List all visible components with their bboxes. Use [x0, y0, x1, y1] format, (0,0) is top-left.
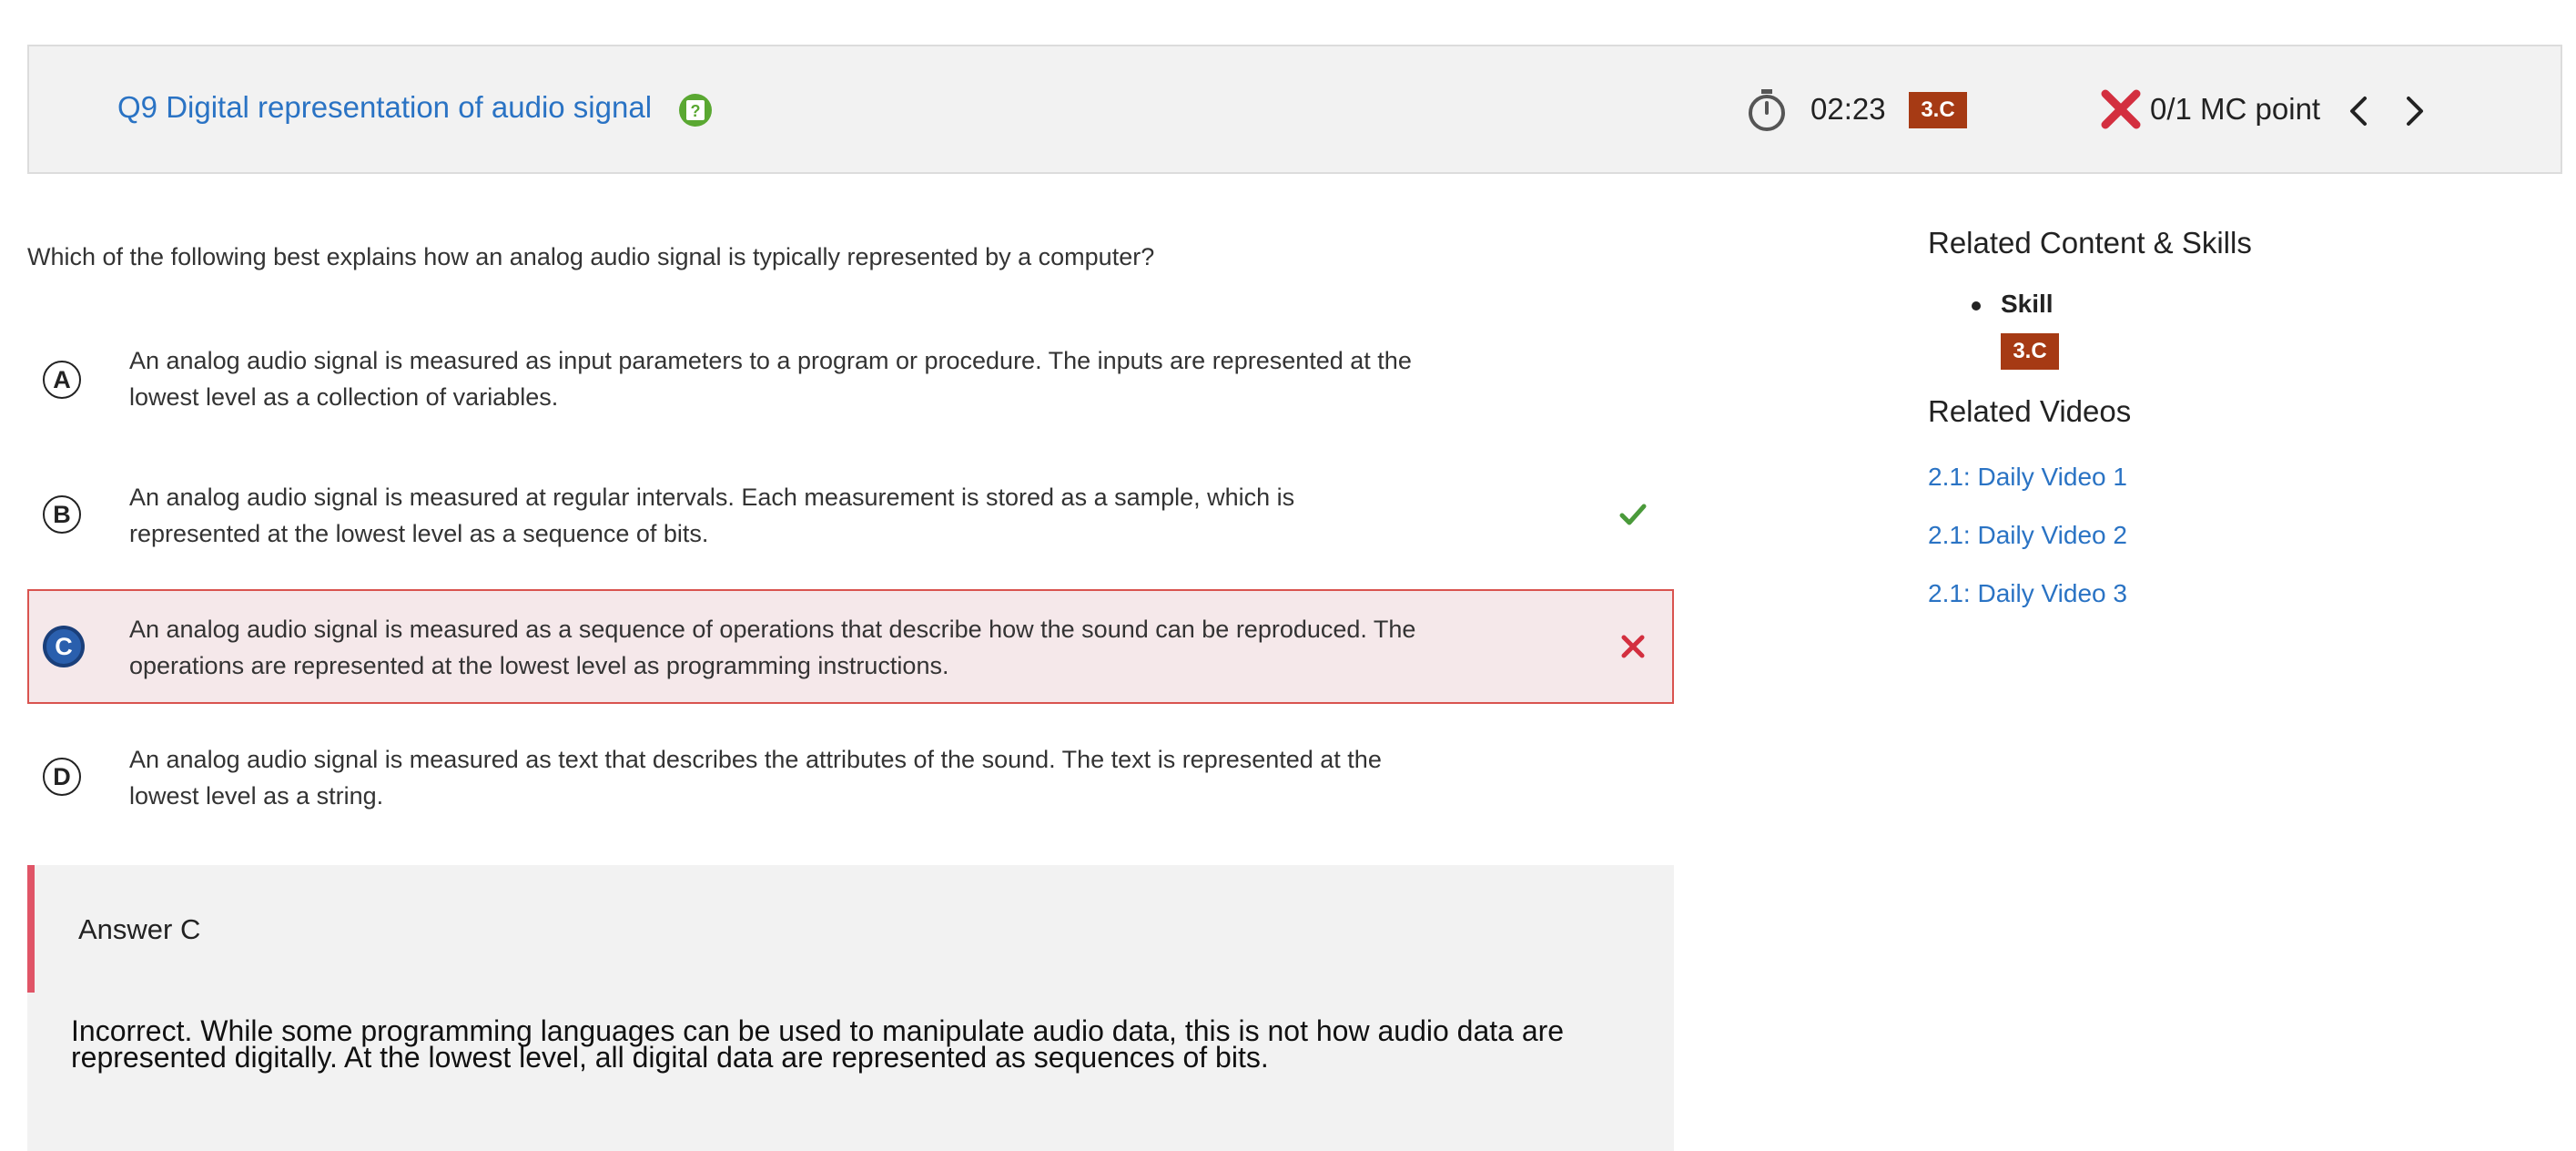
- skill-list: Skill: [1972, 290, 2054, 319]
- sidebar-skill-badge: 3.C: [2001, 333, 2059, 370]
- answer-explanation-panel: Answer C Incorrect. While some programmi…: [27, 865, 1674, 1151]
- close-icon: [1621, 635, 1645, 658]
- option-text: An analog audio signal is measured as a …: [129, 616, 1416, 679]
- answer-option-a[interactable]: A An analog audio signal is measured as …: [27, 344, 1674, 426]
- x-icon: [2101, 89, 2141, 129]
- answer-accent-bar: [27, 865, 35, 993]
- score-text: 0/1 MC point: [2150, 92, 2321, 126]
- video-link-1[interactable]: 2.1: Daily Video 1: [1928, 463, 2127, 492]
- video-link-3[interactable]: 2.1: Daily Video 3: [1928, 579, 2127, 608]
- skill-badge: 3.C: [1909, 92, 1967, 128]
- answer-option-d[interactable]: D An analog audio signal is measured as …: [27, 738, 1674, 820]
- skill-label: Skill: [1972, 290, 2054, 319]
- option-text: An analog audio signal is measured as te…: [129, 746, 1382, 810]
- option-letter: B: [43, 495, 81, 534]
- video-link-2[interactable]: 2.1: Daily Video 2: [1928, 521, 2127, 550]
- related-videos-title: Related Videos: [1928, 394, 2132, 428]
- question-header: Q9 Digital representation of audio signa…: [27, 45, 2562, 174]
- answer-option-b[interactable]: B An analog audio signal is measured at …: [27, 475, 1674, 557]
- option-letter: C: [45, 627, 83, 666]
- option-text: An analog audio signal is measured at re…: [129, 484, 1295, 547]
- stopwatch-icon: [1749, 89, 1785, 131]
- question-text: Which of the following best explains how…: [27, 243, 1155, 270]
- related-content-title: Related Content & Skills: [1928, 226, 2252, 260]
- option-text: An analog audio signal is measured as in…: [129, 347, 1412, 411]
- chevron-left-icon[interactable]: [2341, 91, 2378, 131]
- help-icon[interactable]: ?: [677, 92, 714, 128]
- chevron-right-icon[interactable]: [2396, 91, 2432, 131]
- answer-option-c[interactable]: C An analog audio signal is measured as …: [27, 589, 1674, 704]
- option-letter: D: [43, 758, 81, 796]
- svg-text:?: ?: [691, 102, 701, 120]
- option-letter: A: [43, 361, 81, 399]
- timer-value: 02:23: [1810, 92, 1886, 126]
- check-icon: [1619, 504, 1647, 525]
- question-title: Q9 Digital representation of audio signa…: [117, 90, 653, 124]
- answer-title: Answer C: [78, 913, 201, 945]
- answer-explanation: Incorrect. While some programming langua…: [71, 1014, 1565, 1074]
